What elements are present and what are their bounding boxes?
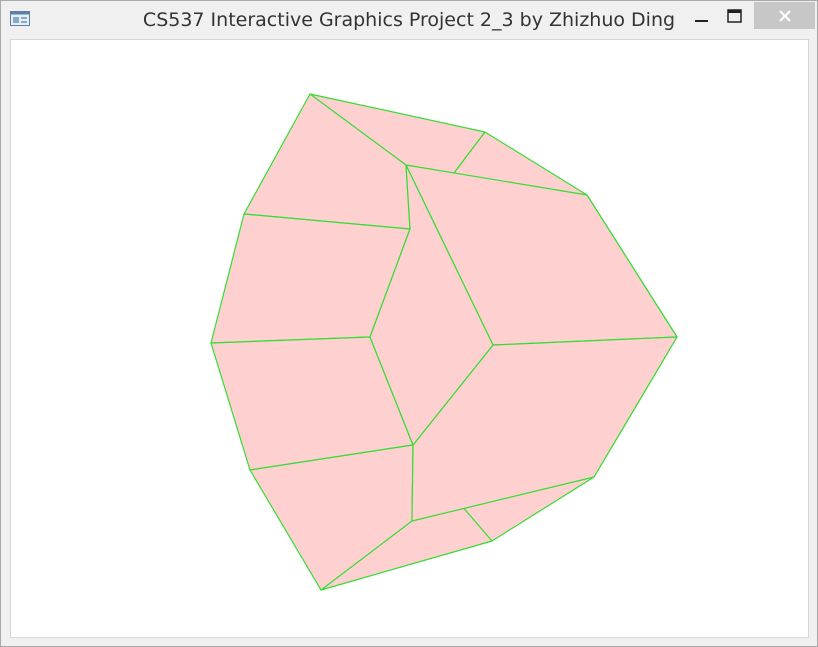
close-icon <box>778 9 791 22</box>
maximize-icon <box>727 8 742 23</box>
close-button[interactable] <box>754 2 815 29</box>
title-bar[interactable]: CS537 Interactive Graphics Project 2_3 b… <box>1 1 817 38</box>
webgl-canvas[interactable] <box>11 40 808 637</box>
minimize-icon <box>695 19 708 22</box>
app-window: CS537 Interactive Graphics Project 2_3 b… <box>0 0 818 647</box>
minimize-button[interactable] <box>684 2 720 29</box>
maximize-button[interactable] <box>717 2 753 29</box>
render-viewport[interactable] <box>10 39 809 638</box>
